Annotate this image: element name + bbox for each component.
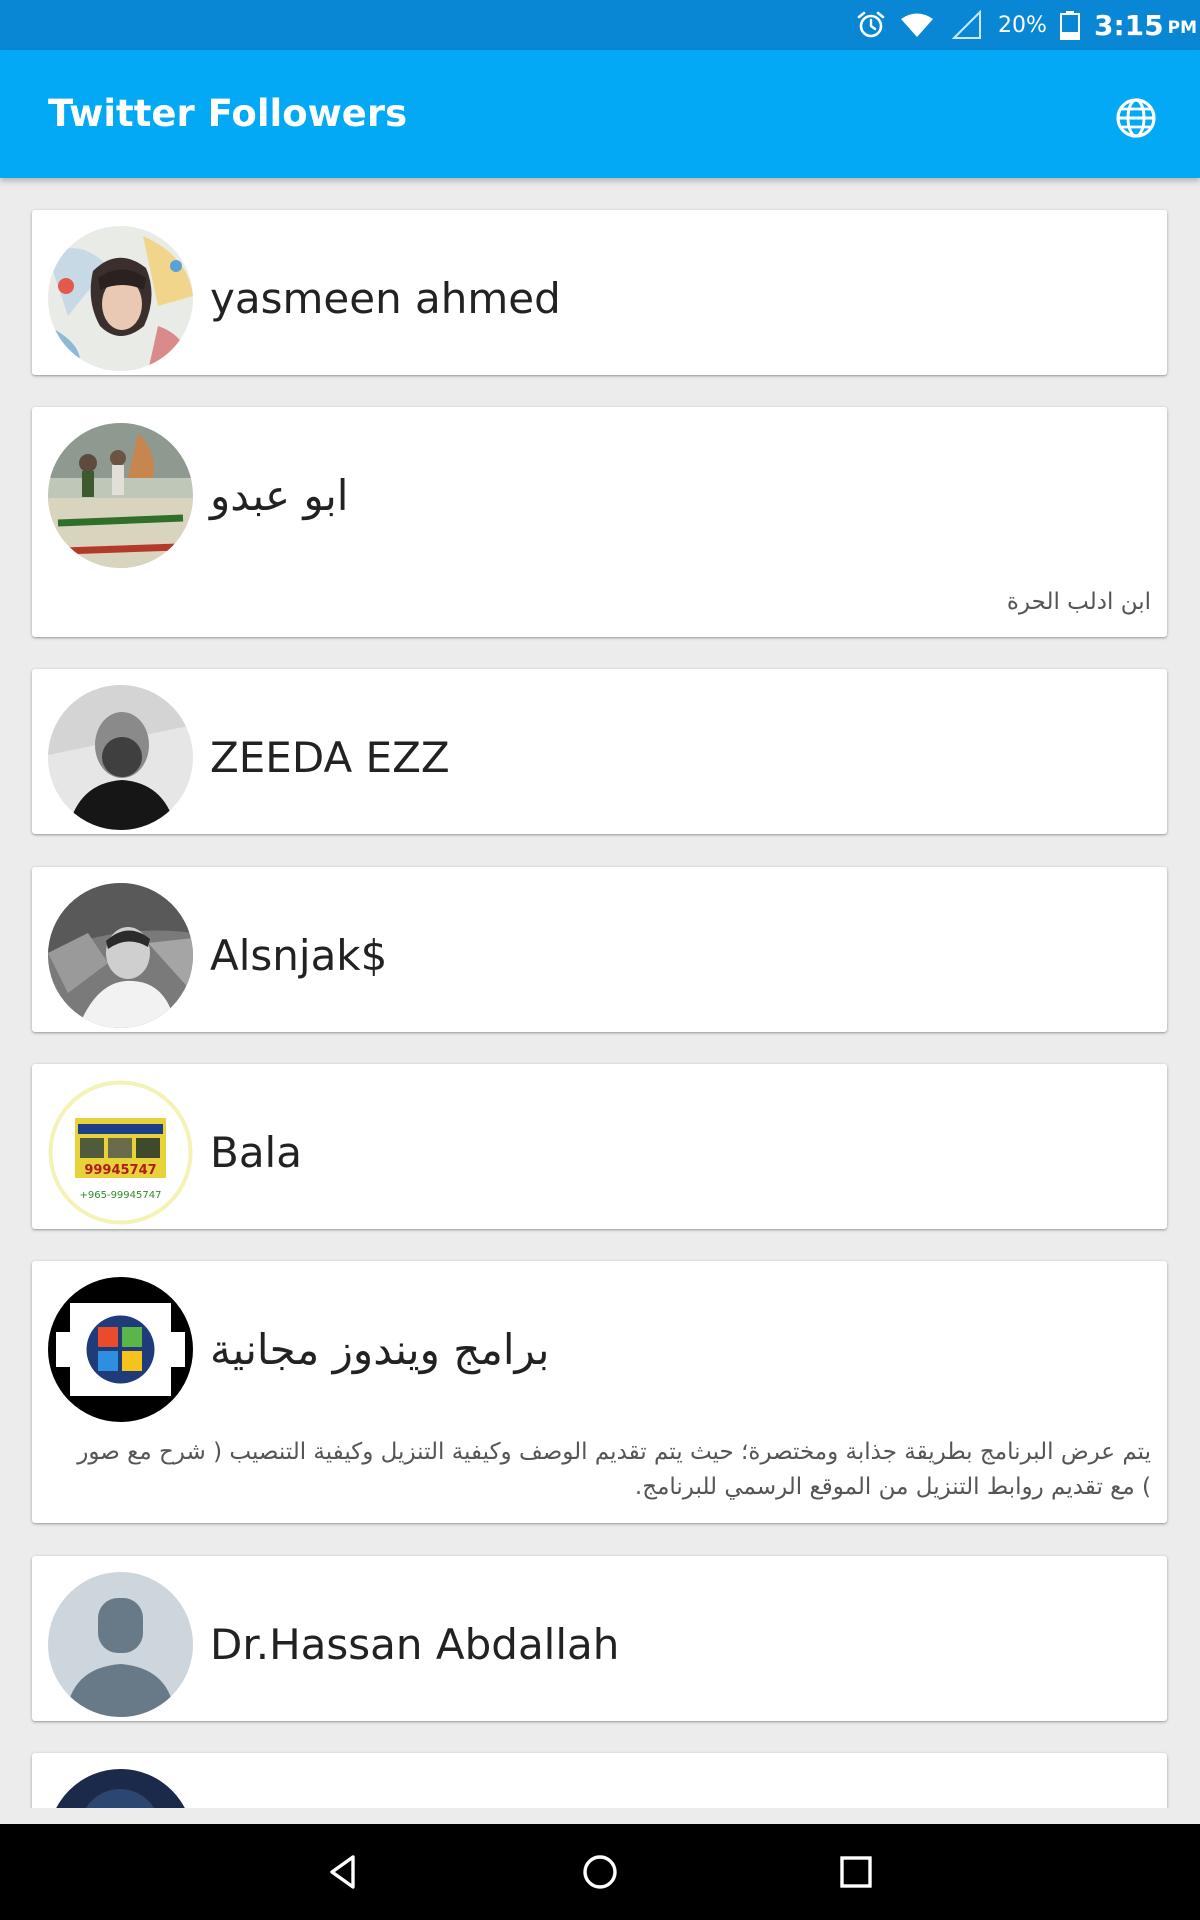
avatar-phone-large: 99945747 [84,1163,156,1178]
avatar [48,1277,193,1422]
avatar [48,226,193,371]
app-bar: Twitter Followers [0,50,1200,178]
recents-button[interactable] [826,1842,886,1902]
follower-name: Alsnjak$ [210,931,388,980]
battery-icon [1060,0,1080,50]
home-button[interactable] [570,1842,630,1902]
follower-name: Dr.Hassan Abdallah [210,1620,620,1669]
clock-ampm: PM [1167,18,1198,38]
clock-time: 3:15 [1094,8,1164,42]
follower-name: ZEEDA EZZ [210,733,450,782]
default-avatar-icon [48,1572,193,1717]
avatar [48,685,193,830]
follower-name: Bala [210,1128,302,1177]
follower-card[interactable]: ابو عبدو ابن ادلب الحرة [32,407,1167,637]
follower-name: yasmeen ahmed [210,274,561,323]
globe-icon [1116,98,1156,138]
followers-list[interactable]: yasmeen ahmed ابو عبدو ابن ادلب الحرة ZE… [0,178,1200,1808]
back-button[interactable] [313,1842,373,1902]
follower-card[interactable]: Alsnjak$ [32,867,1167,1032]
follower-card[interactable]: ZEEDA EZZ [32,669,1167,834]
recents-icon [840,1856,872,1888]
clock: 3:15 PM [1094,0,1197,50]
follower-card[interactable]: 99945747 +965-99945747 Bala [32,1064,1167,1229]
avatar: 99945747 +965-99945747 [48,1080,193,1225]
follower-card[interactable]: برامج ويندوز مجانية يتم عرض البرنامج بطر… [32,1261,1167,1523]
follower-bio: ابن ادلب الحرة [1006,589,1151,615]
follower-card[interactable]: Dr.Hassan Abdallah [32,1556,1167,1721]
follower-name: برامج ويندوز مجانية [210,1325,550,1374]
avatar-phone-small: +965-99945747 [80,1190,162,1201]
avatar [48,1572,193,1717]
battery-percent: 20% [998,12,1047,38]
avatar [48,883,193,1028]
back-icon [330,1855,355,1889]
follower-name: ابو عبدو [210,471,349,520]
follower-bio: يتم عرض البرنامج بطريقة جذابة ومختصرة؛ ح… [77,1439,1151,1500]
follower-card[interactable]: yasmeen ahmed [32,210,1167,375]
signal-icon [952,0,982,50]
navigation-bar [0,1824,1200,1920]
home-icon [583,1855,617,1889]
avatar [48,423,193,568]
follower-card[interactable] [32,1753,1167,1808]
language-button[interactable] [1108,90,1164,146]
app-title: Twitter Followers [48,92,408,135]
avatar [48,1769,193,1808]
alarm-icon [856,0,886,50]
wifi-icon [900,0,934,50]
status-bar: 20% 3:15 PM [0,0,1200,50]
